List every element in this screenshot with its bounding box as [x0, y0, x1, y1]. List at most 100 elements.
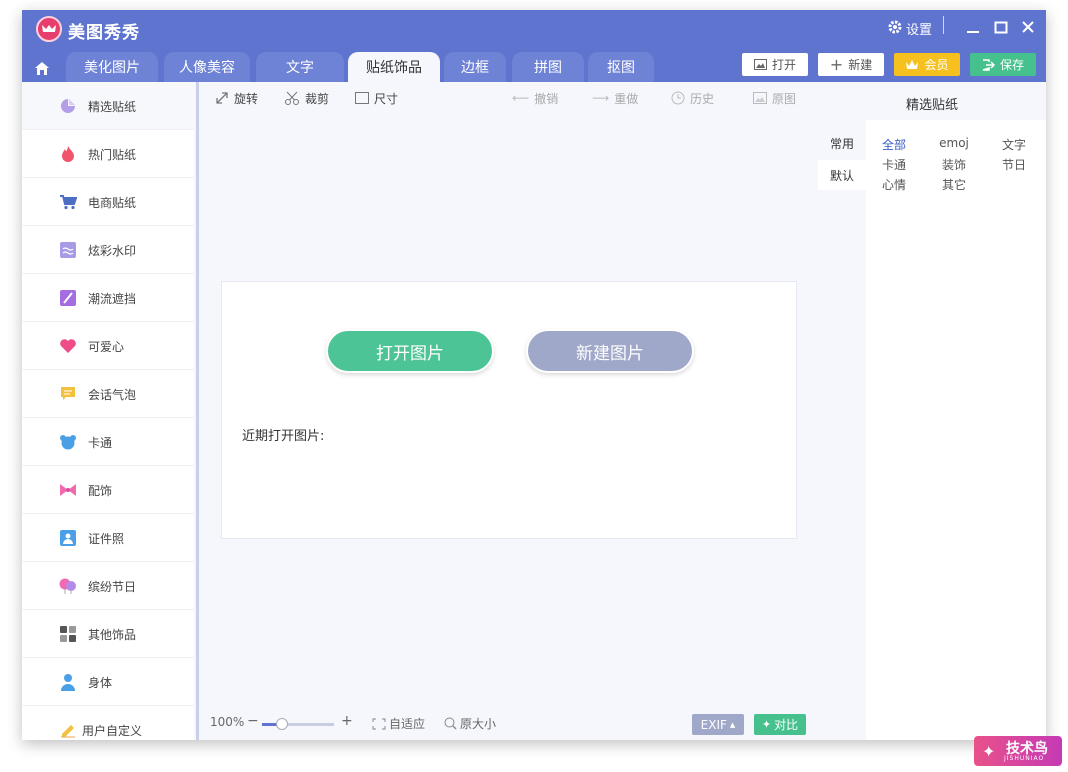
close-button[interactable]	[1019, 18, 1037, 36]
save-label: 保存	[999, 58, 1024, 72]
sidebar-item-cartoon[interactable]: 卡通	[22, 418, 194, 466]
size-label: 尺寸	[374, 91, 399, 106]
tab-stickers[interactable]: 贴纸饰品	[348, 52, 440, 82]
sidebar-item-label: 证件照	[88, 532, 125, 546]
sidebar-item-festival[interactable]: 缤纷节日	[22, 562, 194, 610]
panel-title: 精选贴纸	[905, 98, 958, 113]
zoom-in-button[interactable]: +	[341, 713, 353, 729]
tab-default[interactable]: 默认	[818, 160, 866, 190]
scissors-icon	[285, 91, 299, 105]
heart-icon	[58, 336, 78, 356]
sticker-icon	[58, 96, 78, 116]
undo-arrow-icon: ⟵	[512, 91, 530, 105]
sidebar-item-ecommerce[interactable]: 电商贴纸	[22, 178, 194, 226]
undo-label: 撤销	[534, 91, 559, 106]
sparkle-icon: ✦	[761, 718, 772, 731]
history-button[interactable]: 历史	[671, 88, 714, 108]
compare-label: 对比	[774, 718, 799, 732]
bow-icon	[58, 480, 78, 500]
category-cartoon[interactable]: 卡通	[874, 156, 914, 173]
sidebar-item-label: 精选贴纸	[88, 100, 137, 114]
image-icon	[753, 92, 767, 104]
settings-button[interactable]: 设置	[888, 19, 932, 38]
site-watermark: ✦ 技术鸟 JISHUNIAO	[974, 736, 1062, 766]
open-label: 打开	[771, 58, 796, 72]
watermark-subtext: JISHUNIAO	[1004, 755, 1045, 762]
size-button[interactable]: 尺寸	[355, 88, 398, 108]
fit-icon	[372, 718, 386, 729]
balloon-icon	[58, 576, 78, 596]
person-icon	[58, 672, 78, 692]
sidebar-item-featured[interactable]: 精选贴纸	[22, 82, 194, 130]
sidebar-item-label: 潮流遮挡	[88, 292, 137, 306]
sidebar-item-custom[interactable]: 用户自定义	[22, 706, 194, 740]
sidebar-item-heart[interactable]: 可爱心	[22, 322, 194, 370]
category-other[interactable]: 其它	[934, 176, 974, 193]
sidebar-scrollbar[interactable]	[196, 82, 199, 740]
tab-text[interactable]: 文字	[256, 52, 344, 82]
open-image-button[interactable]: 打开图片	[326, 329, 494, 373]
sidebar-item-label: 电商贴纸	[88, 196, 137, 210]
sidebar-item-chat-bubble[interactable]: 会话气泡	[22, 370, 194, 418]
sidebar-item-other[interactable]: 其他饰品	[22, 610, 194, 658]
home-button[interactable]	[30, 57, 54, 79]
tab-frames[interactable]: 边框	[444, 52, 506, 82]
maximize-button[interactable]	[992, 18, 1010, 36]
fit-button[interactable]: 自适应	[372, 715, 425, 732]
fire-icon	[58, 144, 78, 164]
tab-common[interactable]: 常用	[818, 128, 866, 158]
tab-beautify[interactable]: 美化图片	[66, 52, 158, 82]
tab-portrait[interactable]: 人像美容	[164, 52, 250, 82]
category-mood[interactable]: 心情	[874, 176, 914, 193]
tab-cutout[interactable]: 抠图	[588, 52, 654, 82]
rotate-button[interactable]: 旋转	[215, 88, 258, 108]
sticker-category-grid: 全部 emoj 文字 卡通 装饰 节日 心情 其它	[866, 120, 1046, 740]
sticker-panel: 精选贴纸 常用 默认 全部 emoj 文字 卡通 装饰 节日 心情 其它	[818, 82, 1046, 740]
cart-icon	[58, 192, 78, 212]
undo-button[interactable]: ⟵ 撤销	[512, 88, 558, 108]
plus-icon: +	[829, 55, 844, 74]
sidebar-item-hot[interactable]: 热门贴纸	[22, 130, 194, 178]
tab-collage[interactable]: 拼图	[512, 52, 584, 82]
watermark-icon	[58, 240, 78, 260]
actual-size-button[interactable]: 原大小	[444, 715, 496, 732]
fit-label: 自适应	[389, 717, 426, 731]
category-festival[interactable]: 节日	[994, 156, 1034, 173]
sidebar-item-body[interactable]: 身体	[22, 658, 194, 706]
original-label: 原图	[772, 91, 797, 106]
category-decoration[interactable]: 装饰	[934, 156, 974, 173]
save-button[interactable]: 保存	[970, 53, 1036, 76]
sidebar-item-label: 身体	[88, 676, 113, 690]
compare-button[interactable]: ✦ 对比	[754, 714, 806, 735]
export-icon	[982, 58, 995, 71]
sidebar-item-id-photo[interactable]: 证件照	[22, 514, 194, 562]
zoom-slider[interactable]	[262, 718, 334, 730]
app-window: 美图秀秀 设置 美化图片 人像美容 文字 贴纸饰品 边框 拼图 抠图 打开 + …	[22, 10, 1046, 740]
original-button[interactable]: 原图	[753, 88, 796, 108]
chat-bubble-icon	[58, 384, 78, 404]
clock-icon	[671, 91, 685, 105]
exif-label: EXIF	[700, 717, 727, 732]
crop-button[interactable]: 裁剪	[284, 88, 329, 108]
sidebar-item-accessories[interactable]: 配饰	[22, 466, 194, 514]
sidebar-item-mask[interactable]: 潮流遮挡	[22, 274, 194, 322]
minimize-button[interactable]	[964, 18, 982, 36]
sidebar-item-label: 卡通	[88, 436, 113, 450]
exif-button[interactable]: EXIF ▲	[692, 714, 744, 735]
new-image-button[interactable]: 新建图片	[526, 329, 694, 373]
rotate-icon	[216, 92, 228, 104]
app-title: 美图秀秀	[68, 23, 140, 43]
open-button[interactable]: 打开	[742, 53, 808, 76]
redo-button[interactable]: ⟶ 重做	[592, 88, 638, 108]
zoom-slider-thumb[interactable]	[276, 718, 288, 730]
zoom-out-button[interactable]: −	[247, 713, 259, 729]
category-text[interactable]: 文字	[994, 136, 1034, 153]
category-emoji[interactable]: emoj	[934, 136, 974, 150]
sidebar-item-watermark[interactable]: 炫彩水印	[22, 226, 194, 274]
start-panel: 打开图片 新建图片 近期打开图片:	[221, 281, 797, 539]
vip-button[interactable]: 会员	[894, 53, 960, 76]
sidebar-item-label: 配饰	[88, 484, 113, 498]
category-all[interactable]: 全部	[874, 136, 914, 153]
new-button[interactable]: + 新建	[818, 53, 884, 76]
resize-icon	[355, 92, 369, 104]
